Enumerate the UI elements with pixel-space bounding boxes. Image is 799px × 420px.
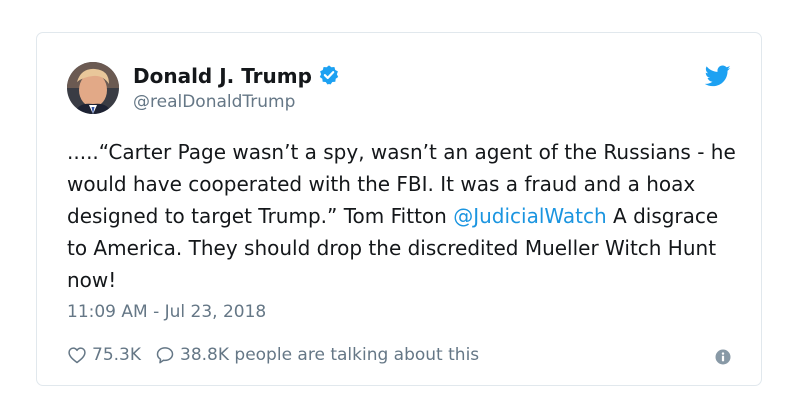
tweet-text: .....“Carter Page wasn’t a spy, wasn’t a… [67, 136, 737, 296]
mention-link[interactable]: @JudicialWatch [453, 204, 606, 228]
author-handle[interactable]: @realDonaldTrump [133, 91, 295, 113]
twitter-bird-icon[interactable] [705, 63, 731, 89]
like-count[interactable]: 75.3K [92, 343, 141, 367]
info-icon[interactable] [715, 349, 731, 365]
heart-icon[interactable] [67, 345, 87, 365]
verified-badge-icon [319, 65, 339, 85]
author-name[interactable]: Donald J. Trump [133, 63, 340, 89]
conversation-count[interactable]: 38.8K people are talking about this [180, 343, 479, 367]
tweet-actions: 75.3K 38.8K people are talking about thi… [67, 343, 479, 367]
tweet-timestamp[interactable]: 11:09 AM - Jul 23, 2018 [67, 301, 266, 323]
avatar[interactable] [67, 62, 119, 114]
speech-bubble-icon[interactable] [155, 345, 175, 365]
author-name-text: Donald J. Trump [133, 64, 312, 88]
profile-photo [67, 62, 119, 114]
tweet-card: Donald J. Trump @realDonaldTrump .....“C… [36, 32, 762, 386]
